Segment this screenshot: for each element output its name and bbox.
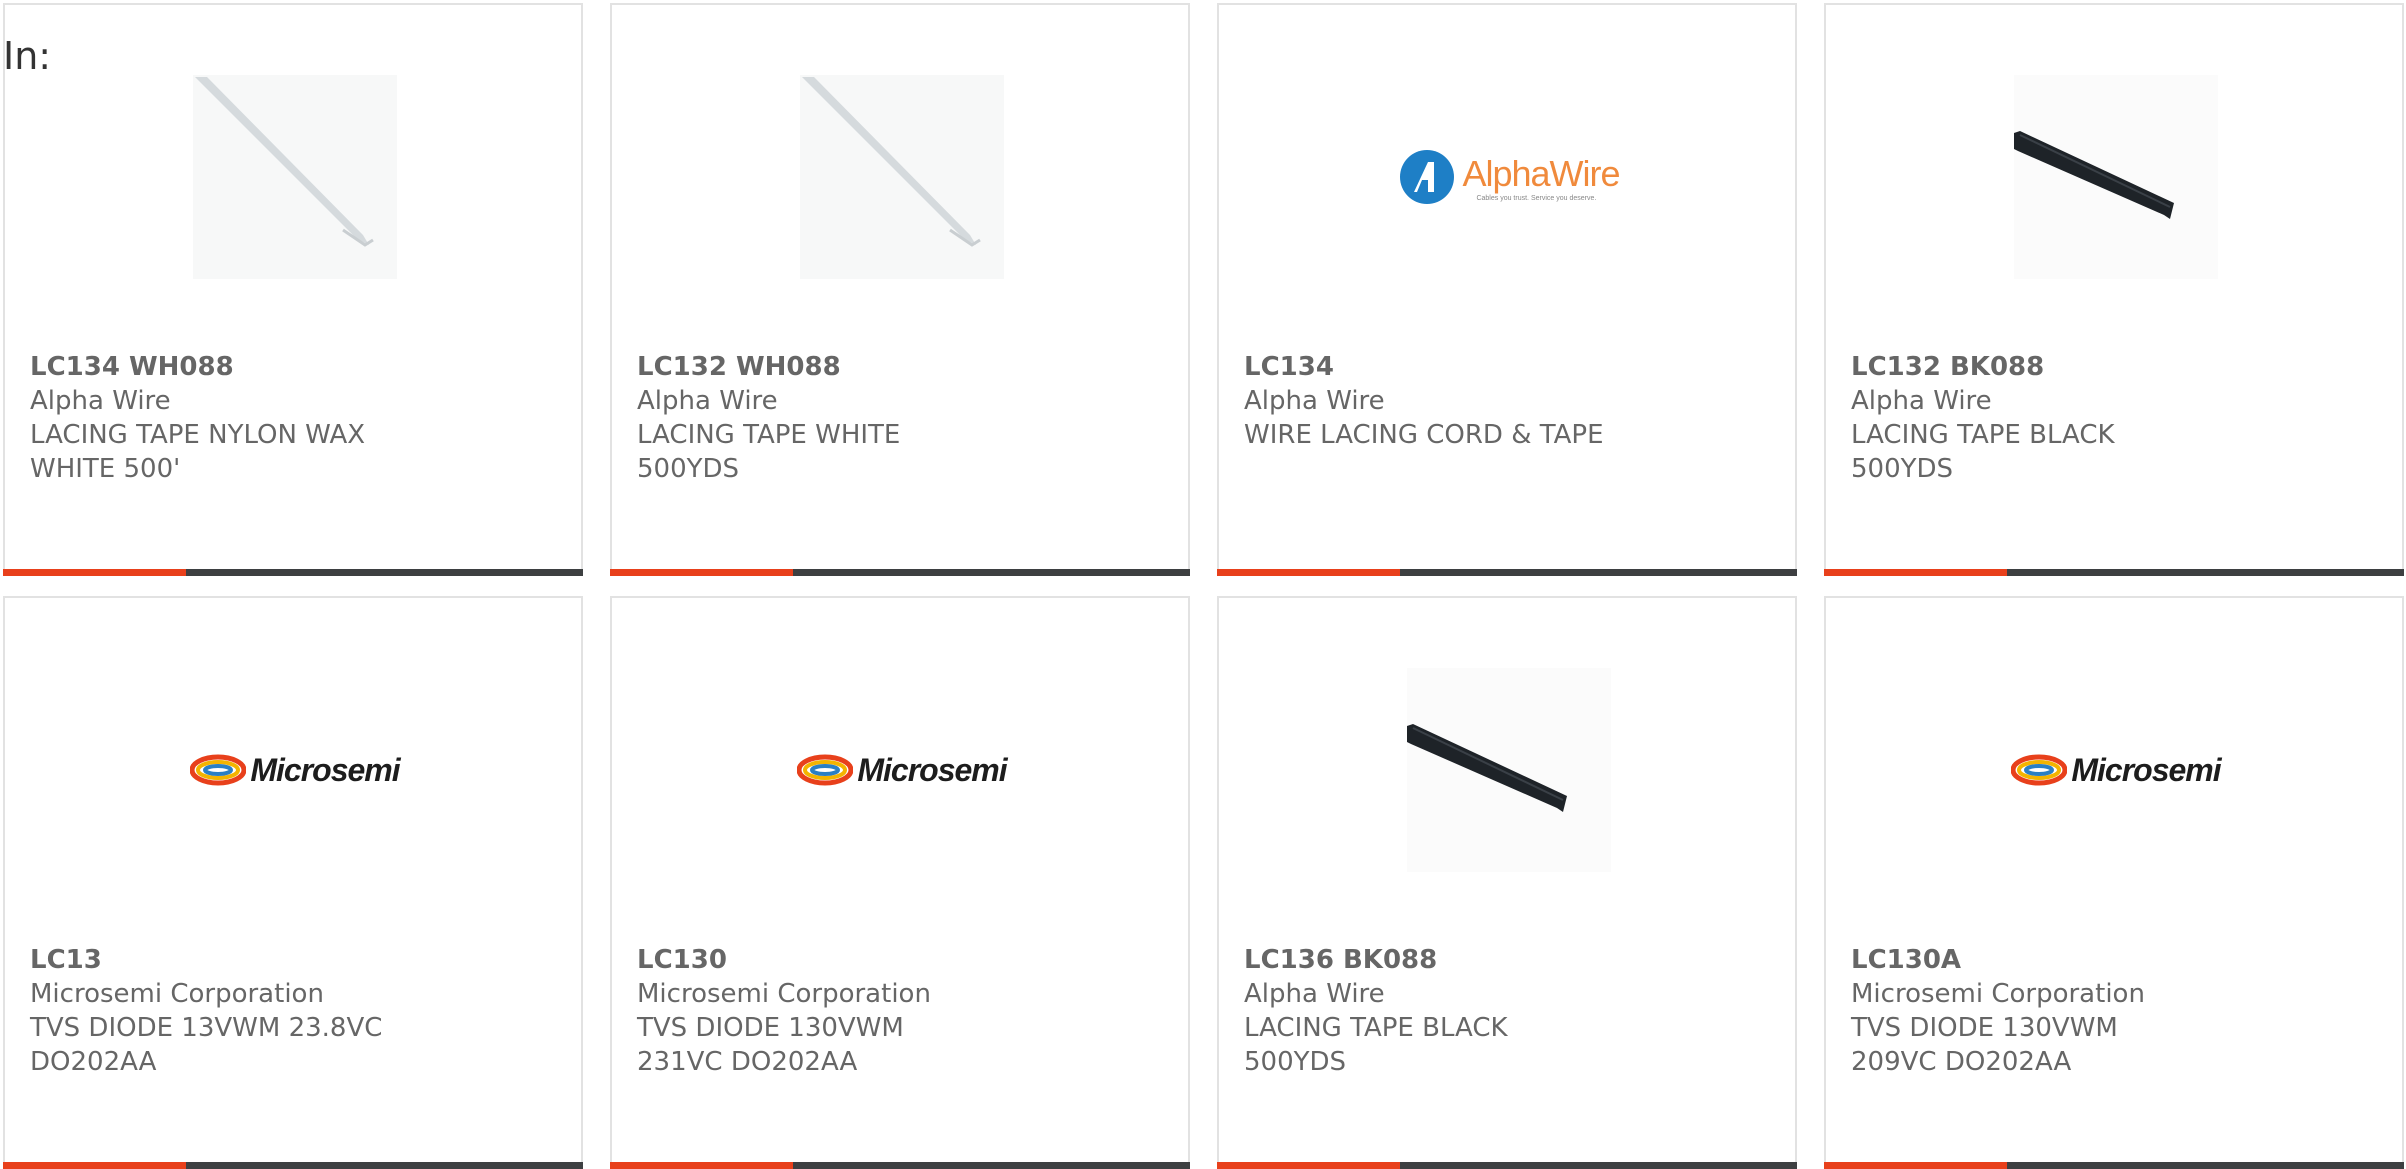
product-image[interactable]: AlphaWire Cables you trust. Service you … — [1400, 75, 1621, 279]
part-number[interactable]: LC130A — [1851, 943, 2211, 977]
part-number[interactable]: LC132 WH088 — [637, 350, 997, 384]
card-bar-accent — [1824, 569, 2007, 576]
manufacturer: Microsemi Corporation — [1851, 979, 2145, 1009]
card-bar-accent — [1217, 569, 1400, 576]
card-bar-accent — [1217, 1162, 1400, 1169]
description: LACING TAPE BLACK 500YDS — [1851, 420, 2115, 484]
microsemi-swirl-icon — [797, 754, 854, 786]
product-grid: LC134 WH088 Alpha Wire LACING TAPE NYLON… — [3, 3, 2404, 1169]
alphawire-logo: AlphaWire Cables you trust. Service you … — [1398, 148, 1621, 206]
microsemi-logo-text: Microsemi — [2071, 751, 2221, 788]
part-number[interactable]: LC134 — [1244, 350, 1604, 384]
product-image[interactable]: Microsemi — [797, 668, 1008, 872]
microsemi-logo-text: Microsemi — [857, 751, 1007, 788]
part-number[interactable]: LC134 WH088 — [30, 350, 390, 384]
card-bar — [610, 1162, 1190, 1169]
card-bar-accent — [1824, 1162, 2007, 1169]
description: TVS DIODE 13VWM 23.8VC DO202AA — [30, 1013, 383, 1077]
product-info: LC134 Alpha Wire WIRE LACING CORD & TAPE — [1244, 350, 1604, 452]
product-card[interactable]: LC134 WH088 Alpha Wire LACING TAPE NYLON… — [3, 3, 583, 576]
product-card[interactable]: Microsemi LC13 Microsemi Corporation TVS… — [3, 596, 583, 1169]
product-card[interactable]: LC132 WH088 Alpha Wire LACING TAPE WHITE… — [610, 3, 1190, 576]
card-bar-accent — [3, 1162, 186, 1169]
card-bar — [3, 1162, 583, 1169]
product-image[interactable] — [1407, 668, 1611, 872]
part-number[interactable]: LC13 — [30, 943, 390, 977]
product-image[interactable] — [800, 75, 1004, 279]
manufacturer: Alpha Wire — [1244, 979, 1385, 1009]
manufacturer: Alpha Wire — [637, 386, 778, 416]
alphawire-mark-icon — [1400, 150, 1455, 204]
product-image[interactable] — [193, 75, 397, 279]
product-card[interactable]: LC132 BK088 Alpha Wire LACING TAPE BLACK… — [1824, 3, 2404, 576]
manufacturer: Alpha Wire — [30, 386, 171, 416]
microsemi-logo: Microsemi — [2011, 751, 2222, 789]
card-bar — [1824, 569, 2404, 576]
manufacturer: Microsemi Corporation — [30, 979, 324, 1009]
product-info: LC132 WH088 Alpha Wire LACING TAPE WHITE… — [637, 350, 997, 486]
card-bar — [610, 569, 1190, 576]
product-info: LC13 Microsemi Corporation TVS DIODE 13V… — [30, 943, 390, 1079]
product-image[interactable]: Microsemi — [190, 668, 401, 872]
description: TVS DIODE 130VWM 209VC DO202AA — [1851, 1013, 2118, 1077]
manufacturer: Microsemi Corporation — [637, 979, 931, 1009]
product-info: LC130 Microsemi Corporation TVS DIODE 13… — [637, 943, 997, 1079]
part-number[interactable]: LC132 BK088 — [1851, 350, 2211, 384]
product-card[interactable]: AlphaWire Cables you trust. Service you … — [1217, 3, 1797, 576]
card-bar — [3, 569, 583, 576]
description: TVS DIODE 130VWM 231VC DO202AA — [637, 1013, 904, 1077]
description: LACING TAPE BLACK 500YDS — [1244, 1013, 1508, 1077]
product-card[interactable]: Microsemi LC130A Microsemi Corporation T… — [1824, 596, 2404, 1169]
card-bar — [1824, 1162, 2404, 1169]
alphawire-tagline: Cables you trust. Service you deserve. — [1476, 194, 1597, 202]
microsemi-swirl-icon — [190, 754, 247, 786]
black-lacing-tape-photo — [2014, 75, 2218, 279]
card-bar-accent — [3, 569, 186, 576]
white-lacing-tape-photo — [800, 75, 1004, 279]
alphawire-logo-text: AlphaWire — [1462, 152, 1620, 194]
microsemi-swirl-icon — [2011, 754, 2068, 786]
product-image[interactable]: Microsemi — [2011, 668, 2222, 872]
product-card[interactable]: Microsemi LC130 Microsemi Corporation TV… — [610, 596, 1190, 1169]
description: WIRE LACING CORD & TAPE — [1244, 420, 1604, 450]
product-info: LC130A Microsemi Corporation TVS DIODE 1… — [1851, 943, 2211, 1079]
part-number[interactable]: LC130 — [637, 943, 997, 977]
filter-label: In: — [3, 34, 52, 78]
black-lacing-tape-photo — [1407, 668, 1611, 872]
microsemi-logo: Microsemi — [797, 751, 1008, 789]
card-bar-accent — [610, 1162, 793, 1169]
description: LACING TAPE WHITE 500YDS — [637, 420, 901, 484]
card-bar-accent — [610, 569, 793, 576]
product-info: LC132 BK088 Alpha Wire LACING TAPE BLACK… — [1851, 350, 2211, 486]
part-number[interactable]: LC136 BK088 — [1244, 943, 1604, 977]
description: LACING TAPE NYLON WAX WHITE 500' — [30, 420, 366, 484]
product-info: LC134 WH088 Alpha Wire LACING TAPE NYLON… — [30, 350, 390, 486]
microsemi-logo-text: Microsemi — [250, 751, 400, 788]
manufacturer: Alpha Wire — [1851, 386, 1992, 416]
card-bar — [1217, 569, 1797, 576]
product-image[interactable] — [2014, 75, 2218, 279]
card-bar — [1217, 1162, 1797, 1169]
product-card[interactable]: LC136 BK088 Alpha Wire LACING TAPE BLACK… — [1217, 596, 1797, 1169]
white-lacing-tape-photo — [193, 75, 397, 279]
microsemi-logo: Microsemi — [190, 751, 401, 789]
manufacturer: Alpha Wire — [1244, 386, 1385, 416]
product-info: LC136 BK088 Alpha Wire LACING TAPE BLACK… — [1244, 943, 1604, 1079]
